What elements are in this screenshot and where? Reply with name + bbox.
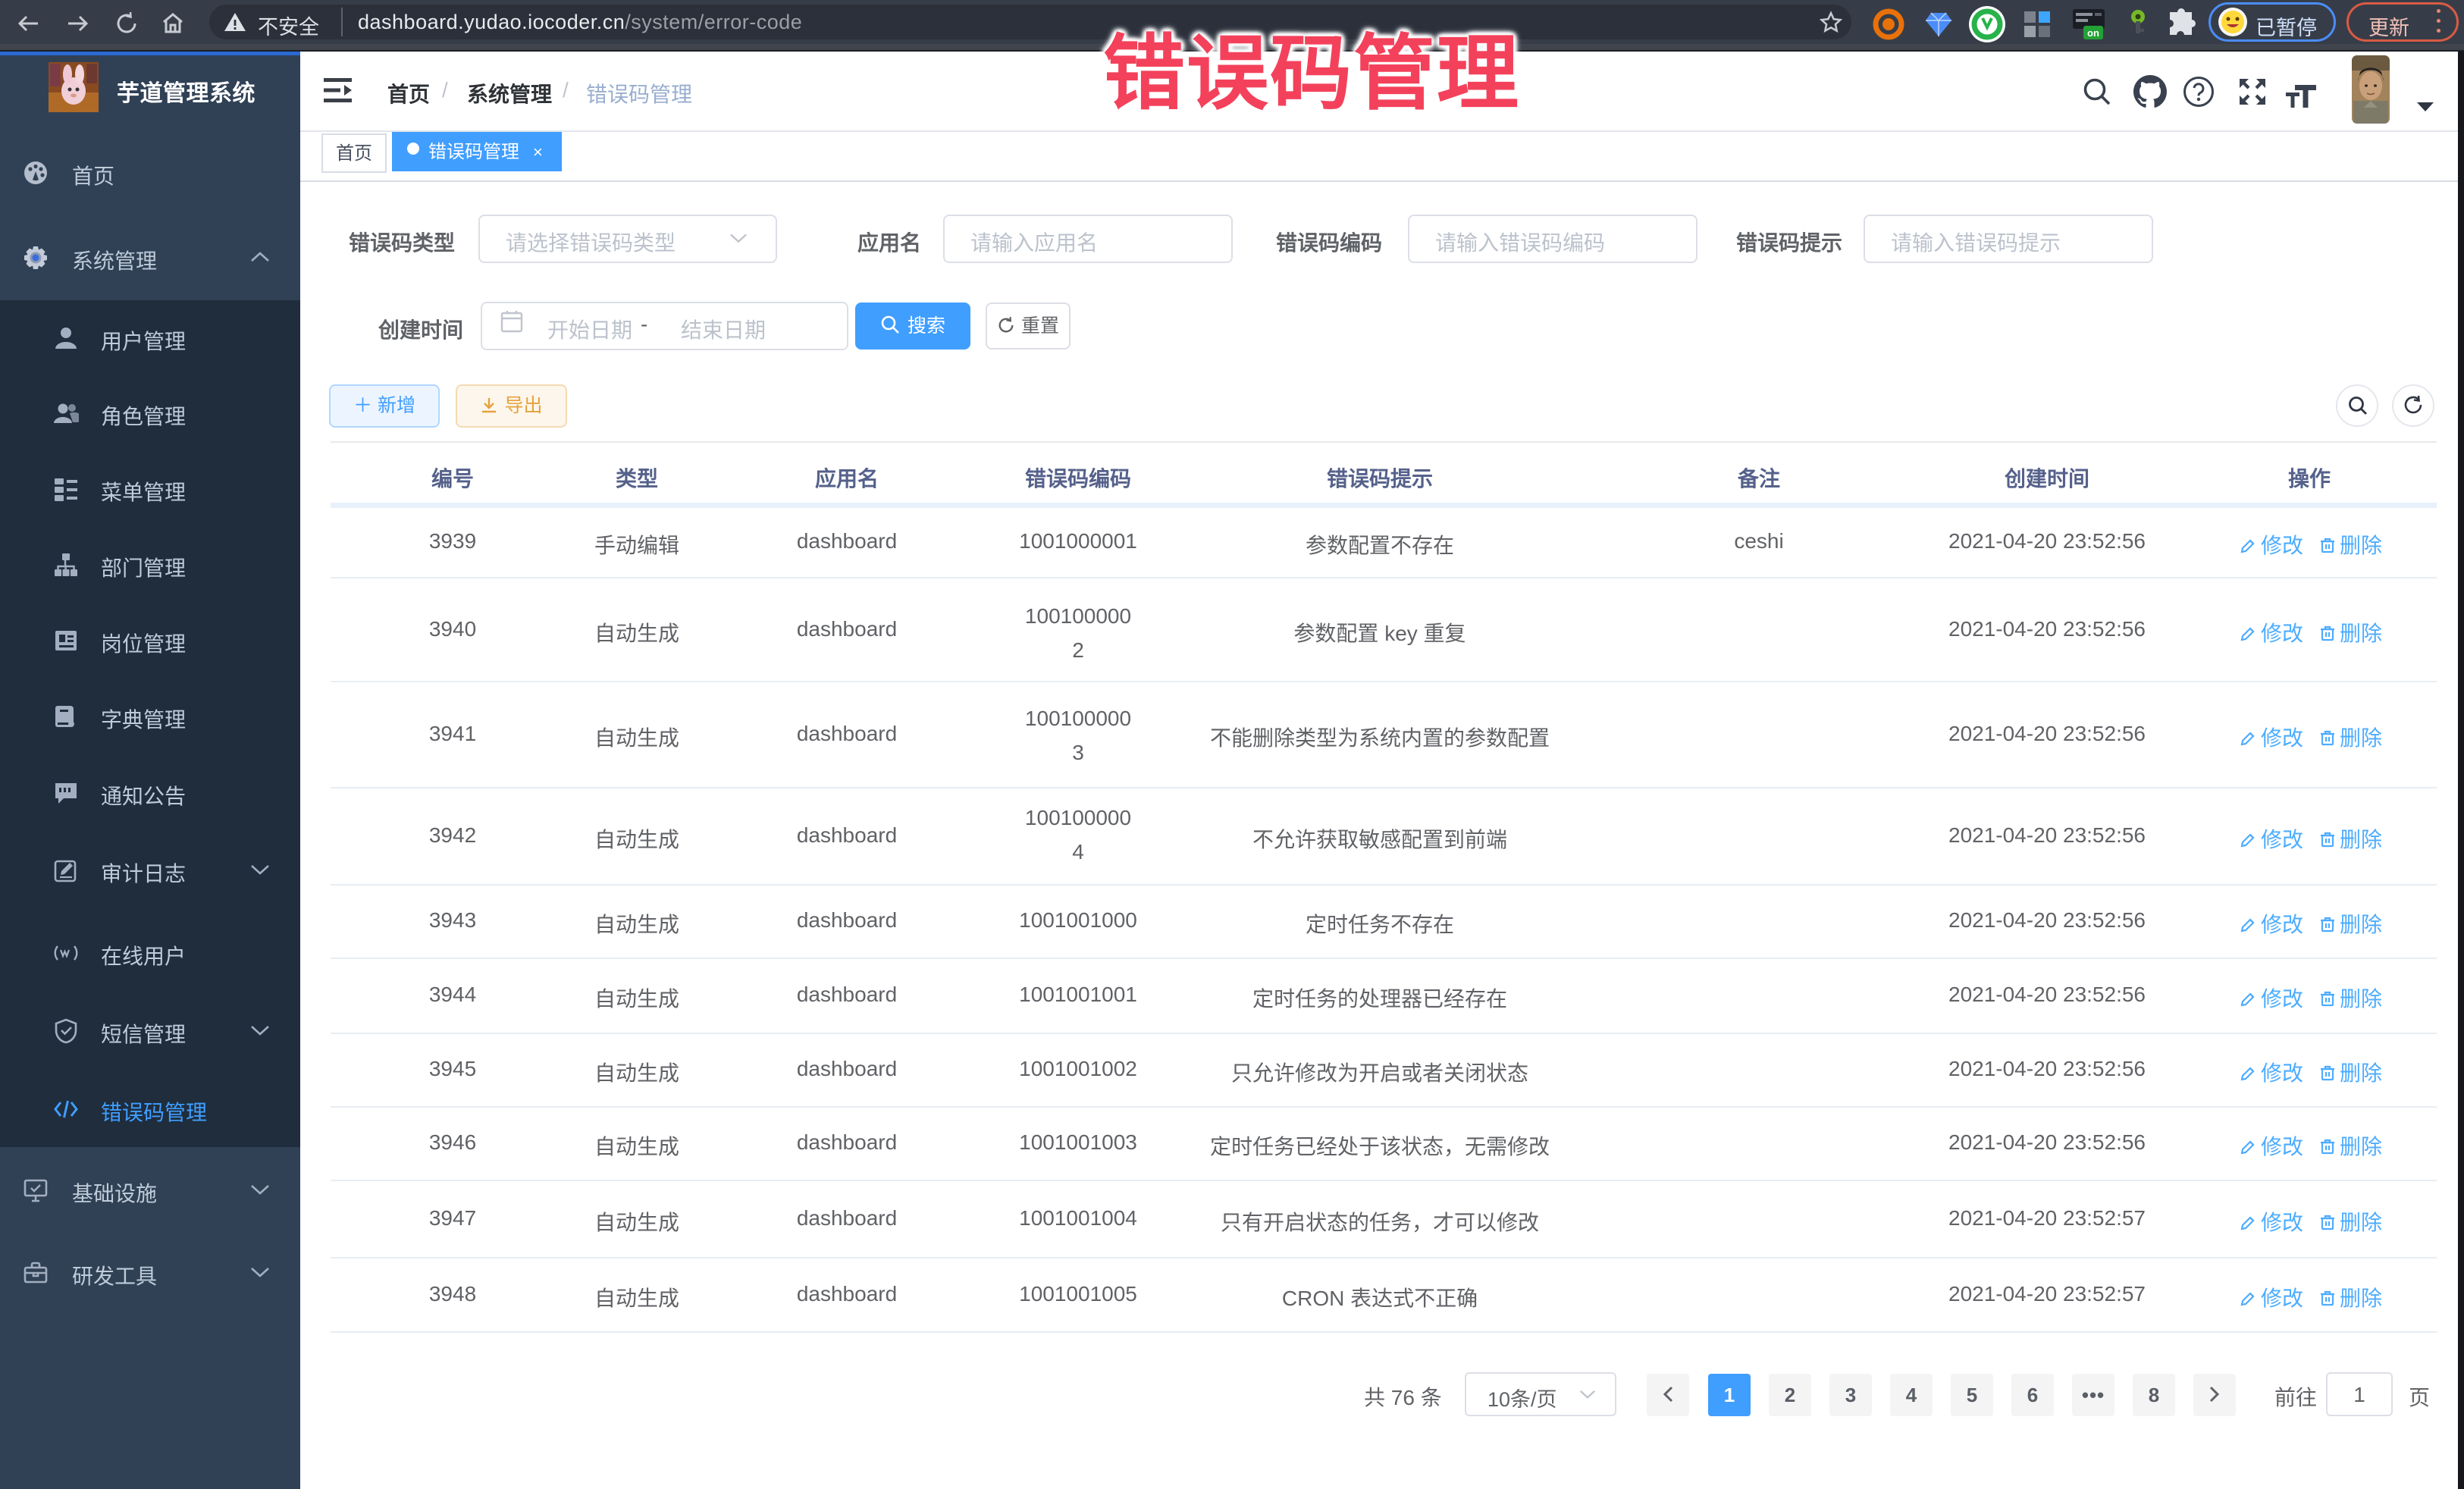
svg-text:on: on bbox=[2087, 27, 2099, 39]
